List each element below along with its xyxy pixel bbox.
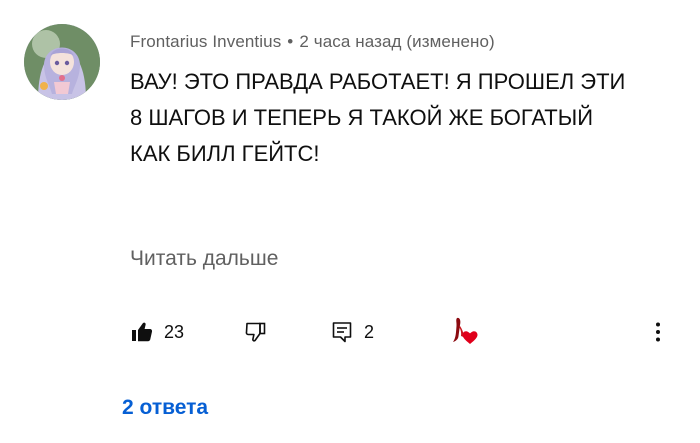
comment-text-line: КАК БИЛЛ ГЕЙТС! xyxy=(130,141,320,166)
meta-separator: • xyxy=(287,32,294,51)
more-vertical-icon xyxy=(656,322,660,342)
view-replies-link[interactable]: 2 ответа xyxy=(122,396,208,420)
comment-meta: Frontarius Inventius • 2 часа назад (измен… xyxy=(130,32,495,52)
reply-button[interactable]: 2 xyxy=(330,314,374,350)
reply-comment-icon xyxy=(332,322,352,343)
dislike-button[interactable] xyxy=(244,314,268,350)
creator-heart xyxy=(448,314,484,350)
read-more-button[interactable]: Читать дальше xyxy=(130,247,278,271)
like-count: 23 xyxy=(164,321,185,342)
thumbs-down-icon xyxy=(245,322,266,342)
avatar[interactable] xyxy=(24,24,100,100)
comment-text-line: 8 ШАГОВ И ТЕПЕРЬ Я ТАКОЙ ЖЕ БОГАТЫЙ xyxy=(130,105,594,130)
comment-text-line: ВАУ! ЭТО ПРАВДА РАБОТАЕТ! Я ПРОШЕЛ ЭТИ xyxy=(130,69,626,94)
comment-timestamp[interactable]: 2 часа назад (изменено) xyxy=(299,32,494,51)
like-button[interactable]: 23 xyxy=(130,314,184,350)
creator-heart-icon xyxy=(453,317,478,344)
reply-count: 2 xyxy=(364,321,375,342)
more-options-button[interactable] xyxy=(648,314,668,350)
author-name[interactable]: Frontarius Inventius xyxy=(130,32,281,51)
avatar-image xyxy=(24,24,100,100)
thumbs-up-icon xyxy=(132,322,153,342)
comment: Frontarius Inventius • 2 часа назад (измен… xyxy=(0,0,700,443)
comment-text: ВАУ! ЭТО ПРАВДА РАБОТАЕТ! Я ПРОШЕЛ ЭТИ 8… xyxy=(130,64,670,172)
comment-actions: 23 2 xyxy=(126,314,686,350)
